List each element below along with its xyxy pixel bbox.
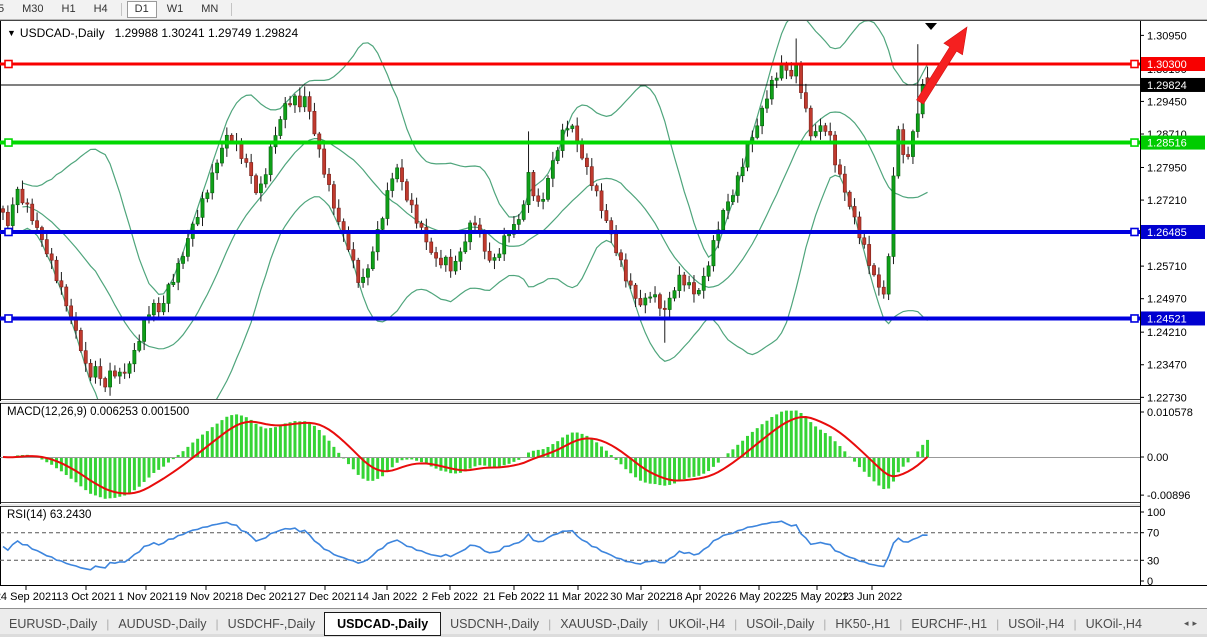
date-tick-label: 27 Dec 2021 [294, 591, 356, 603]
timeframe-button-mn[interactable]: MN [193, 1, 226, 18]
price-tick-label: 1.27950 [1147, 162, 1187, 174]
timeframe-button-5[interactable]: 5 [0, 1, 12, 18]
price-tag-text: 1.29824 [1147, 80, 1187, 92]
line-drag-handle[interactable] [1131, 61, 1138, 68]
date-tick-label: 21 Feb 2022 [483, 591, 545, 603]
rsi-tick-label: 0 [1147, 576, 1153, 588]
line-drag-handle[interactable] [5, 315, 12, 322]
price-tag-text: 1.24521 [1147, 313, 1187, 325]
price-tick-label: 1.25710 [1147, 261, 1187, 273]
date-tick-label: 1 Nov 2021 [118, 591, 174, 603]
chart-tab-usdcad-daily[interactable]: USDCAD-,Daily [324, 612, 441, 636]
date-tick-label: 24 Sep 2021 [0, 591, 57, 603]
timeframe-button-h4[interactable]: H4 [86, 1, 116, 18]
chart-canvas: 1.309501.301901.294501.287101.279501.272… [0, 0, 1207, 608]
timeframe-button-d1[interactable]: D1 [127, 1, 157, 18]
price-axis: 1.309501.301901.294501.287101.279501.272… [1140, 30, 1193, 588]
date-tick-label: 13 Oct 2021 [56, 591, 116, 603]
rsi-tick-label: 70 [1147, 528, 1159, 540]
date-tick-label: 8 Dec 2021 [237, 591, 293, 603]
chart-tab-usoil-daily[interactable]: USOil-,Daily [737, 611, 823, 637]
price-tag-text: 1.28516 [1147, 138, 1187, 150]
chart-tab-hk50-h1[interactable]: HK50-,H1 [826, 611, 899, 637]
line-drag-handle[interactable] [5, 228, 12, 235]
price-tick-label: 1.24970 [1147, 294, 1187, 306]
trading-platform-window: 5M30H1H4D1W1MN 1.309501.301901.294501.28… [0, 0, 1207, 637]
rsi-levels [0, 533, 1140, 561]
macd-tick-label: 0.00 [1147, 452, 1168, 464]
chart-title: ▼ USDCAD-,Daily 1.29988 1.30241 1.29749 1.… [7, 26, 298, 40]
date-tick-label: 13 Jun 2022 [842, 591, 903, 603]
date-axis: 24 Sep 202113 Oct 20211 Nov 202119 Nov 2… [0, 586, 902, 603]
rsi-line [3, 521, 928, 570]
date-tick-label: 19 Nov 2021 [175, 591, 237, 603]
line-drag-handle[interactable] [1131, 139, 1138, 146]
price-tick-label: 1.23470 [1147, 360, 1187, 372]
price-tick-label: 1.22730 [1147, 392, 1187, 404]
date-tick-label: 30 Mar 2022 [610, 591, 672, 603]
timeframe-button-m30[interactable]: M30 [14, 1, 51, 18]
line-drag-handle[interactable] [5, 139, 12, 146]
toolbar-divider [121, 3, 122, 16]
date-tick-label: 18 Apr 2022 [670, 591, 729, 603]
chart-plot-area[interactable] [0, 21, 1140, 399]
timeframe-button-h1[interactable]: H1 [54, 1, 84, 18]
macd-signal-line [3, 417, 928, 494]
price-tag-text: 1.26485 [1147, 227, 1187, 239]
macd-tick-label: -0.00896 [1147, 490, 1190, 502]
chevron-down-icon[interactable]: ▼ [7, 28, 16, 38]
price-tag-text: 1.30300 [1147, 59, 1187, 71]
line-drag-handle[interactable] [5, 61, 12, 68]
rsi-indicator-label: RSI(14) 63.2430 [7, 509, 91, 521]
macd-histogram [6, 411, 929, 499]
date-tick-label: 6 May 2022 [730, 591, 787, 603]
chart-tab-xauusd-daily[interactable]: XAUUSD-,Daily [551, 611, 657, 637]
chart-symbol-label: USDCAD-,Daily [20, 26, 105, 40]
toolbar-divider [231, 3, 232, 16]
date-tick-label: 2 Feb 2022 [422, 591, 478, 603]
rsi-tick-label: 100 [1147, 507, 1165, 519]
timeframe-toolbar: 5M30H1H4 D1W1MN [0, 0, 1207, 20]
price-tick-label: 1.24210 [1147, 327, 1187, 339]
chart-tab-usoil-h4[interactable]: USOil-,H4 [999, 611, 1073, 637]
chart-tab-usdcnh-daily[interactable]: USDCNH-,Daily [441, 611, 548, 637]
chart-tab-ukoil-h4[interactable]: UKOil-,H4 [1077, 611, 1151, 637]
symbol-tab-bar: EURUSD-,Daily|AUDUSD-,Daily|USDCHF-,Dail… [0, 608, 1207, 637]
date-tick-label: 11 Mar 2022 [548, 591, 609, 603]
date-tick-label: 14 Jan 2022 [357, 591, 418, 603]
chart-tab-ukoil-h4[interactable]: UKOil-,H4 [660, 611, 734, 637]
line-drag-handle[interactable] [1131, 315, 1138, 322]
date-tick-label: 25 May 2022 [785, 591, 849, 603]
price-tick-label: 1.29450 [1147, 96, 1187, 108]
timeframe-button-w1[interactable]: W1 [159, 1, 192, 18]
price-tick-label: 1.27210 [1147, 195, 1187, 207]
chart-tab-audusd-daily[interactable]: AUDUSD-,Daily [109, 611, 215, 637]
chart-tab-eurchf-h1[interactable]: EURCHF-,H1 [902, 611, 996, 637]
chart-tab-usdchf-daily[interactable]: USDCHF-,Daily [219, 611, 325, 637]
macd-indicator-label: MACD(12,26,9) 0.006253 0.001500 [7, 406, 189, 418]
price-tick-label: 1.30950 [1147, 30, 1187, 42]
chart-ohlc-values: 1.29988 1.30241 1.29749 1.29824 [115, 26, 299, 40]
line-drag-handle[interactable] [1131, 228, 1138, 235]
chart-tab-eurusd-daily[interactable]: EURUSD-,Daily [0, 611, 106, 637]
macd-tick-label: 0.010578 [1147, 407, 1193, 419]
tab-scroll-arrows[interactable]: ◂▸ [1184, 618, 1201, 629]
rsi-tick-label: 30 [1147, 555, 1159, 567]
